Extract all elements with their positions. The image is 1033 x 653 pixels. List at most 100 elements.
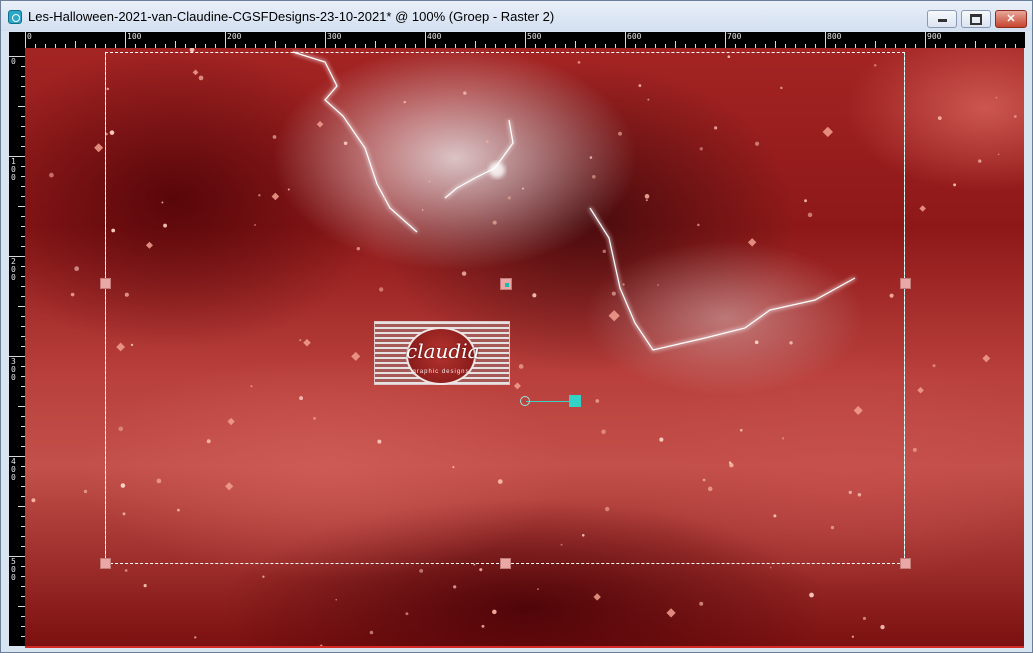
ruler-tick — [18, 106, 25, 107]
ruler-tick — [925, 32, 926, 48]
ruler-tick — [18, 506, 25, 507]
ruler-tick — [475, 41, 476, 48]
ruler-label: 5 0 0 — [11, 557, 16, 582]
sparkle — [666, 608, 676, 618]
sparkle — [982, 354, 991, 363]
sparkle — [995, 96, 998, 99]
sparkle — [124, 569, 128, 572]
sparkle — [593, 593, 601, 601]
minimize-icon — [937, 19, 947, 22]
sparkle — [419, 568, 424, 573]
ruler-label: 800 — [827, 32, 842, 41]
handle-left-middle[interactable] — [100, 278, 111, 289]
ruler-tick — [775, 41, 776, 48]
ruler-tick — [375, 41, 376, 48]
ruler-tick — [675, 41, 676, 48]
ruler-label: 500 — [527, 32, 542, 41]
ruler-tick — [75, 41, 76, 48]
ruler-tick — [275, 41, 276, 48]
ruler-tick — [175, 41, 176, 48]
rotation-handle[interactable] — [569, 395, 581, 407]
horizontal-ruler[interactable]: 0 100 200 300 400 500 600 700 800 900 — [9, 32, 1025, 48]
ruler-tick — [18, 406, 25, 407]
sparkle — [49, 172, 54, 178]
rotation-arm — [526, 401, 570, 402]
sparkle — [699, 601, 704, 606]
window-title: Les-Halloween-2021-van-Claudine-CGSFDesi… — [28, 9, 555, 24]
maximize-button[interactable] — [961, 10, 991, 28]
vertical-ruler[interactable]: 0 1 0 0 2 0 0 3 0 0 4 0 0 5 0 0 — [9, 48, 25, 646]
ruler-tick — [325, 32, 326, 48]
handle-bottom-left[interactable] — [100, 558, 111, 569]
ruler-tick — [18, 606, 25, 607]
ruler-label: 1 0 0 — [11, 157, 16, 182]
ruler-tick — [25, 32, 26, 48]
sparkle — [912, 447, 917, 452]
ruler-label: 400 — [427, 32, 442, 41]
sparkle — [997, 153, 1000, 156]
ruler-label: 900 — [927, 32, 942, 41]
ruler-tick — [18, 306, 25, 307]
ruler-tick — [975, 41, 976, 48]
ruler-tick — [525, 32, 526, 48]
sparkle — [405, 612, 409, 616]
ruler-tick — [725, 32, 726, 48]
title-bar[interactable]: Les-Halloween-2021-van-Claudine-CGSFDesi… — [1, 1, 1032, 31]
ruler-corner — [9, 32, 25, 48]
ruler-label: 300 — [327, 32, 342, 41]
ruler-tick — [425, 32, 426, 48]
ruler-tick — [225, 32, 226, 48]
sparkle — [479, 568, 483, 572]
sparkle — [1013, 115, 1017, 119]
close-icon: ✕ — [1006, 13, 1016, 25]
sparkle — [369, 630, 374, 635]
handle-bottom-middle[interactable] — [500, 558, 511, 569]
ruler-tick — [625, 32, 626, 48]
ruler-label: 100 — [127, 32, 142, 41]
sparkle — [917, 386, 924, 394]
sparkle — [481, 624, 485, 628]
sparkle — [194, 636, 197, 639]
ruler-label: 2 0 0 — [11, 257, 16, 282]
sparkle — [537, 588, 539, 590]
sparkle — [453, 585, 457, 589]
ruler-tick — [875, 41, 876, 48]
image-canvas[interactable]: claudia graphic designs — [25, 48, 1024, 646]
ruler-label: 0 — [27, 32, 32, 41]
sparkle — [880, 624, 885, 630]
pivot-point-icon[interactable] — [520, 396, 530, 406]
psp-icon — [8, 10, 22, 24]
ruler-tick — [125, 32, 126, 48]
selection-marquee[interactable] — [105, 52, 905, 564]
maximize-icon — [970, 14, 982, 25]
sparkle — [70, 292, 75, 297]
ruler-tick — [575, 41, 576, 48]
sparkle — [953, 183, 957, 187]
sparkle — [25, 338, 26, 341]
ruler-tick — [18, 206, 25, 207]
sparkle — [262, 575, 265, 578]
sparkle — [851, 635, 855, 638]
sparkle — [31, 498, 36, 503]
ruler-label: 600 — [627, 32, 642, 41]
close-button[interactable]: ✕ — [995, 10, 1027, 28]
sparkle — [83, 489, 88, 494]
sparkle — [862, 616, 867, 621]
sparkle — [937, 116, 942, 120]
sparkle — [978, 159, 982, 163]
sparkle — [143, 583, 147, 588]
move-handle[interactable] — [500, 278, 512, 290]
sparkle — [74, 266, 80, 272]
ruler-label: 3 0 0 — [11, 357, 16, 382]
image-window: Les-Halloween-2021-van-Claudine-CGSFDesi… — [0, 0, 1033, 653]
ruler-label: 4 0 0 — [11, 457, 16, 482]
sparkle — [94, 143, 104, 153]
minimize-button[interactable] — [927, 10, 957, 28]
sparkle — [769, 566, 772, 569]
ruler-label: 0 — [11, 57, 16, 66]
canvas-bottom-edge — [25, 646, 1024, 648]
ruler-label: 700 — [727, 32, 742, 41]
sparkle — [492, 609, 497, 615]
handle-right-middle[interactable] — [900, 278, 911, 289]
handle-bottom-right[interactable] — [900, 558, 911, 569]
